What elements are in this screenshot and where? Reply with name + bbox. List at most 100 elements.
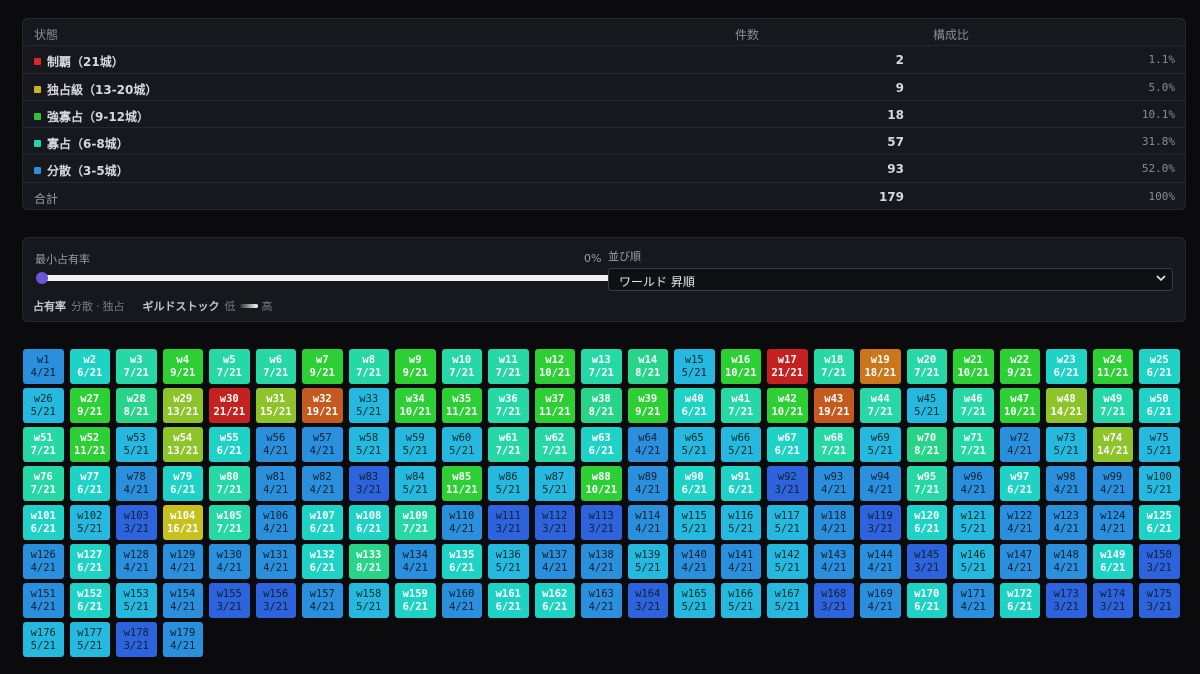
world-tile[interactable]: w79 6/21 (162, 466, 203, 501)
world-tile[interactable]: w68 7/21 (813, 427, 854, 462)
slider-handle[interactable] (36, 272, 48, 284)
world-tile[interactable]: w89 4/21 (627, 466, 668, 501)
world-tile[interactable]: w92 3/21 (767, 466, 808, 501)
world-tile[interactable]: w53 5/21 (116, 427, 157, 462)
world-tile[interactable]: w48 14/21 (1046, 388, 1087, 423)
world-tile[interactable]: w171 4/21 (953, 583, 994, 618)
world-tile[interactable]: w2 6/21 (69, 349, 110, 384)
world-tile[interactable]: w60 5/21 (441, 427, 482, 462)
world-tile[interactable]: w56 4/21 (255, 427, 296, 462)
world-tile[interactable]: w120 6/21 (906, 505, 947, 540)
world-tile[interactable]: w72 4/21 (999, 427, 1040, 462)
world-tile[interactable]: w128 4/21 (116, 544, 157, 579)
world-tile[interactable]: w20 7/21 (906, 349, 947, 384)
world-tile[interactable]: w15 5/21 (674, 349, 715, 384)
world-tile[interactable]: w129 4/21 (162, 544, 203, 579)
world-tile[interactable]: w173 3/21 (1046, 583, 1087, 618)
world-tile[interactable]: w137 4/21 (534, 544, 575, 579)
world-tile[interactable]: w10 7/21 (441, 349, 482, 384)
world-tile[interactable]: w4 9/21 (162, 349, 203, 384)
world-tile[interactable]: w121 5/21 (953, 505, 994, 540)
world-tile[interactable]: w13 7/21 (581, 349, 622, 384)
world-tile[interactable]: w64 4/21 (627, 427, 668, 462)
world-tile[interactable]: w162 6/21 (534, 583, 575, 618)
world-tile[interactable]: w108 6/21 (348, 505, 389, 540)
world-tile[interactable]: w16 10/21 (720, 349, 761, 384)
world-tile[interactable]: w58 5/21 (348, 427, 389, 462)
world-tile[interactable]: w103 3/21 (116, 505, 157, 540)
world-tile[interactable]: w47 10/21 (999, 388, 1040, 423)
world-tile[interactable]: w82 4/21 (302, 466, 343, 501)
world-tile[interactable]: w153 5/21 (116, 583, 157, 618)
world-tile[interactable]: w51 7/21 (23, 427, 64, 462)
world-tile[interactable]: w52 11/21 (69, 427, 110, 462)
world-tile[interactable]: w96 4/21 (953, 466, 994, 501)
world-tile[interactable]: w139 5/21 (627, 544, 668, 579)
world-tile[interactable]: w156 3/21 (255, 583, 296, 618)
world-tile[interactable]: w83 3/21 (348, 466, 389, 501)
world-tile[interactable]: w143 4/21 (813, 544, 854, 579)
world-tile[interactable]: w104 16/21 (162, 505, 203, 540)
world-tile[interactable]: w135 6/21 (441, 544, 482, 579)
world-tile[interactable]: w61 7/21 (488, 427, 529, 462)
world-tile[interactable]: w3 7/21 (116, 349, 157, 384)
world-tile[interactable]: w132 6/21 (302, 544, 343, 579)
world-tile[interactable]: w44 7/21 (860, 388, 901, 423)
world-tile[interactable]: w106 4/21 (255, 505, 296, 540)
world-tile[interactable]: w5 7/21 (209, 349, 250, 384)
world-tile[interactable]: w159 6/21 (395, 583, 436, 618)
world-tile[interactable]: w118 4/21 (813, 505, 854, 540)
world-tile[interactable]: w45 5/21 (906, 388, 947, 423)
world-tile[interactable]: w27 9/21 (69, 388, 110, 423)
world-tile[interactable]: w91 6/21 (720, 466, 761, 501)
world-tile[interactable]: w69 5/21 (860, 427, 901, 462)
world-tile[interactable]: w105 7/21 (209, 505, 250, 540)
world-tile[interactable]: w99 4/21 (1092, 466, 1133, 501)
world-tile[interactable]: w160 4/21 (441, 583, 482, 618)
world-tile[interactable]: w172 6/21 (999, 583, 1040, 618)
world-tile[interactable]: w35 11/21 (441, 388, 482, 423)
world-tile[interactable]: w19 18/21 (860, 349, 901, 384)
world-tile[interactable]: w38 8/21 (581, 388, 622, 423)
world-tile[interactable]: w21 10/21 (953, 349, 994, 384)
world-tile[interactable]: w126 4/21 (23, 544, 64, 579)
world-tile[interactable]: w107 6/21 (302, 505, 343, 540)
world-tile[interactable]: w70 8/21 (906, 427, 947, 462)
world-tile[interactable]: w73 5/21 (1046, 427, 1087, 462)
world-tile[interactable]: w87 5/21 (534, 466, 575, 501)
world-tile[interactable]: w147 4/21 (999, 544, 1040, 579)
world-tile[interactable]: w141 4/21 (720, 544, 761, 579)
world-tile[interactable]: w18 7/21 (813, 349, 854, 384)
world-tile[interactable]: w22 9/21 (999, 349, 1040, 384)
world-tile[interactable]: w41 7/21 (720, 388, 761, 423)
world-tile[interactable]: w63 6/21 (581, 427, 622, 462)
world-tile[interactable]: w122 4/21 (999, 505, 1040, 540)
world-tile[interactable]: w84 5/21 (395, 466, 436, 501)
world-tile[interactable]: w43 19/21 (813, 388, 854, 423)
world-tile[interactable]: w149 6/21 (1092, 544, 1133, 579)
world-tile[interactable]: w65 5/21 (674, 427, 715, 462)
world-tile[interactable]: w155 3/21 (209, 583, 250, 618)
world-tile[interactable]: w24 11/21 (1092, 349, 1133, 384)
world-tile[interactable]: w76 7/21 (23, 466, 64, 501)
world-tile[interactable]: w179 4/21 (162, 622, 203, 657)
world-tile[interactable]: w7 9/21 (302, 349, 343, 384)
world-tile[interactable]: w161 6/21 (488, 583, 529, 618)
world-tile[interactable]: w54 13/21 (162, 427, 203, 462)
world-tile[interactable]: w140 4/21 (674, 544, 715, 579)
world-tile[interactable]: w55 6/21 (209, 427, 250, 462)
world-tile[interactable]: w158 5/21 (348, 583, 389, 618)
world-tile[interactable]: w86 5/21 (488, 466, 529, 501)
world-tile[interactable]: w134 4/21 (395, 544, 436, 579)
world-tile[interactable]: w23 6/21 (1046, 349, 1087, 384)
world-tile[interactable]: w39 9/21 (627, 388, 668, 423)
world-tile[interactable]: w148 4/21 (1046, 544, 1087, 579)
world-tile[interactable]: w117 5/21 (767, 505, 808, 540)
world-tile[interactable]: w81 4/21 (255, 466, 296, 501)
world-tile[interactable]: w31 15/21 (255, 388, 296, 423)
world-tile[interactable]: w42 10/21 (767, 388, 808, 423)
world-tile[interactable]: w130 4/21 (209, 544, 250, 579)
world-tile[interactable]: w152 6/21 (69, 583, 110, 618)
world-tile[interactable]: w25 6/21 (1139, 349, 1180, 384)
world-tile[interactable]: w166 5/21 (720, 583, 761, 618)
